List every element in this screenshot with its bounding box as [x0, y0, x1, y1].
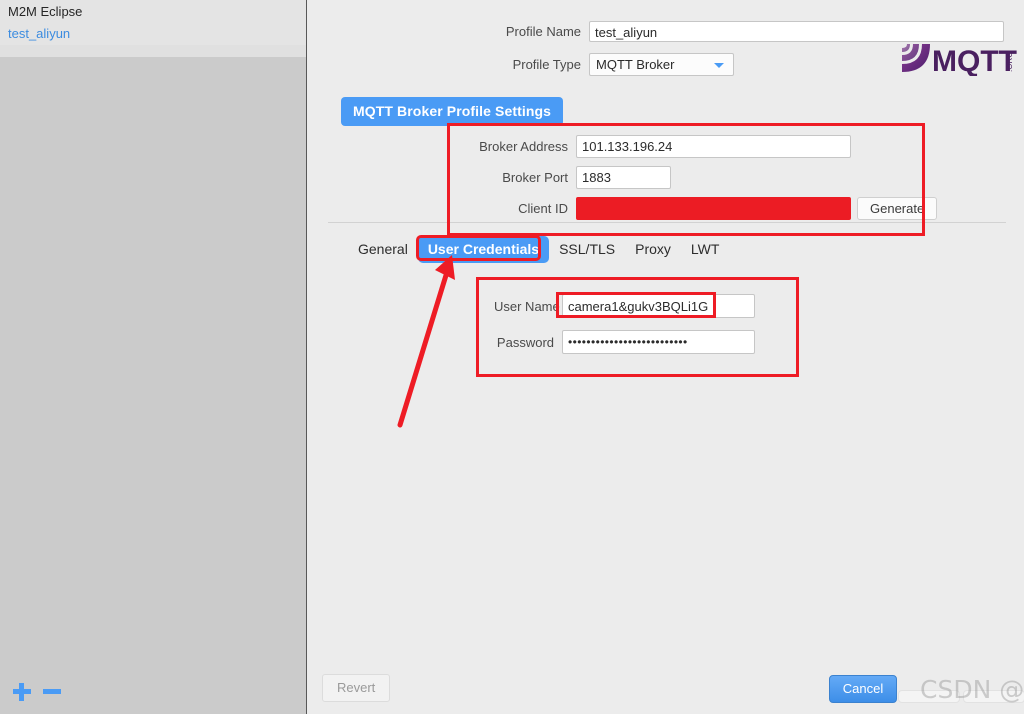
broker-port-label: Broker Port [502, 170, 568, 185]
profile-tree: M2M Eclipse test_aliyun [0, 0, 306, 57]
tree-root-label: M2M Eclipse [8, 4, 83, 19]
profile-sidebar: M2M Eclipse test_aliyun [0, 0, 307, 714]
profile-type-select[interactable]: MQTT Broker [589, 53, 734, 76]
footer-secondary-button-1[interactable] [898, 690, 960, 703]
broker-port-row: Broker Port 1883 [463, 166, 671, 189]
minus-icon [43, 689, 61, 694]
password-input[interactable]: •••••••••••••••••••••••••• [562, 330, 755, 354]
tree-empty-space [0, 45, 306, 57]
tab-general-label: General [358, 241, 408, 257]
username-input[interactable]: camera1&gukv3BQLi1G [562, 294, 755, 318]
tree-root-m2m-eclipse[interactable]: M2M Eclipse [0, 0, 306, 22]
tab-user-credentials[interactable]: User Credentials [417, 236, 550, 263]
tab-user-credentials-label: User Credentials [427, 241, 540, 257]
plus-icon-vertical [19, 683, 24, 701]
broker-address-row: Broker Address 101.133.196.24 [463, 135, 851, 158]
tab-proxy[interactable]: Proxy [625, 236, 681, 263]
cancel-label: Cancel [842, 681, 884, 696]
mqtt-broker-profile-settings-button[interactable]: MQTT Broker Profile Settings [341, 97, 564, 126]
tab-lwt-label: LWT [690, 241, 720, 257]
tab-ssl-tls-label: SSL/TLS [559, 241, 616, 257]
sidebar-toolbar [0, 674, 306, 714]
client-id-row: Client ID Generate [463, 197, 938, 220]
section-divider [328, 222, 1006, 223]
mqtt-logo: MQTT .ORG [900, 42, 1020, 78]
broker-port-input[interactable]: 1883 [576, 166, 671, 189]
client-id-input[interactable] [576, 197, 851, 220]
profile-type-label: Profile Type [512, 57, 581, 72]
profile-type-value: MQTT Broker [596, 57, 675, 72]
add-profile-button[interactable] [13, 683, 31, 701]
broker-address-label: Broker Address [479, 139, 568, 154]
revert-button[interactable]: Revert [322, 674, 391, 702]
broker-address-input[interactable]: 101.133.196.24 [576, 135, 851, 158]
remove-profile-button[interactable] [43, 683, 61, 701]
username-label: User Name [494, 298, 560, 314]
section-title-label: MQTT Broker Profile Settings [353, 103, 552, 119]
footer-secondary-button-2[interactable] [963, 690, 1024, 703]
tree-item-label: test_aliyun [8, 26, 71, 41]
profile-name-row: Profile Name test_aliyun [481, 21, 1004, 42]
profile-editor-panel: Profile Name test_aliyun Profile Type MQ… [308, 0, 1024, 714]
app-window: M2M Eclipse test_aliyun Profile Name tes… [0, 0, 1024, 714]
tab-lwt[interactable]: LWT [681, 236, 730, 263]
chevron-down-icon [714, 63, 724, 68]
username-row: User Name camera1&gukv3BQLi1G [494, 294, 755, 318]
svg-text:.ORG: .ORG [1005, 52, 1014, 72]
mqtt-logo-svg: MQTT .ORG [902, 44, 1017, 78]
cancel-button[interactable]: Cancel [829, 675, 897, 703]
generate-label: Generate [870, 201, 925, 216]
tree-item-test-aliyun[interactable]: test_aliyun [0, 22, 306, 45]
tab-general[interactable]: General [348, 236, 418, 263]
revert-label: Revert [337, 680, 376, 695]
generate-client-id-button[interactable]: Generate [857, 197, 938, 220]
tab-ssl-tls[interactable]: SSL/TLS [549, 236, 625, 263]
tab-proxy-label: Proxy [635, 241, 671, 257]
client-id-label: Client ID [518, 201, 568, 216]
profile-name-label: Profile Name [505, 24, 581, 39]
password-label: Password [496, 334, 554, 350]
settings-tabbar: General User Credentials SSL/TLS Proxy L… [348, 236, 729, 263]
profile-name-input[interactable]: test_aliyun [589, 21, 1004, 42]
profile-type-row: Profile Type MQTT Broker [481, 53, 734, 76]
password-row: Password •••••••••••••••••••••••••• [494, 330, 755, 354]
